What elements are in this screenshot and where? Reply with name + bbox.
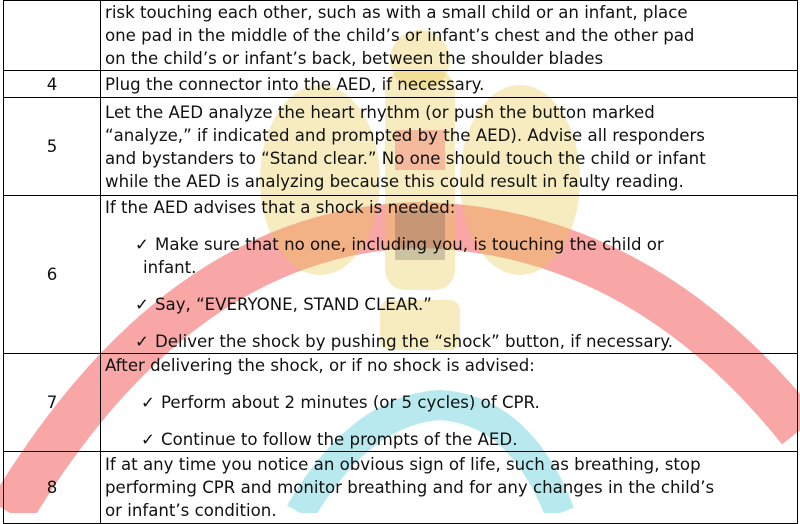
checkmark-icon: ✓ [135, 295, 149, 314]
step-text-line: Let the AED analyze the heart rhythm (or… [105, 102, 655, 122]
checklist-item: ✓ Make sure that no one, including you, i… [105, 233, 793, 256]
checklist-item: ✓ Perform about 2 minutes (or 5 cycles) o… [105, 391, 793, 414]
step-text-line: performing CPR and monitor breathing and… [105, 478, 715, 497]
step-number: 4 [3, 70, 101, 98]
checklist-item: ✓ Deliver the shock by pushing the “shock… [105, 330, 793, 353]
step-text-line: while the AED is analyzing because this … [105, 171, 684, 191]
step-text-line: Plug the connector into the AED, if nece… [105, 74, 485, 94]
step-text-line: If at any time you notice an obvious sig… [105, 455, 701, 474]
checklist-text: Deliver the shock by pushing the “shock”… [155, 332, 674, 351]
step-text-cell: If the AED advises that a shock is neede… [100, 195, 798, 354]
step-text-line: and bystanders to “Stand clear.” No one … [105, 148, 706, 168]
checklist-item: ✓ Say, “EVERYONE, STAND CLEAR.” [105, 293, 793, 316]
table-row: 7 After delivering the shock, or if no s… [3, 353, 798, 452]
checklist-text-continued: infant. [143, 258, 197, 277]
step-text-line: “analyze,” if indicated and prompted by … [105, 125, 705, 145]
step-text-line: risk touching each other, such as with a… [105, 3, 688, 22]
step-intro: After delivering the shock, or if no sho… [105, 356, 535, 375]
checklist-text: Say, “EVERYONE, STAND CLEAR.” [155, 295, 432, 314]
checklist-text: Perform about 2 minutes (or 5 cycles) of… [161, 393, 540, 412]
table-row: 6 If the AED advises that a shock is nee… [3, 195, 798, 354]
step-text-line: one pad in the middle of the child’s or … [105, 26, 695, 45]
step-intro: If the AED advises that a shock is neede… [105, 198, 456, 217]
table-row: 5 Let the AED analyze the heart rhythm (… [3, 97, 798, 196]
step-text-cell: After delivering the shock, or if no sho… [100, 353, 798, 452]
step-text-cell: Plug the connector into the AED, if nece… [100, 70, 798, 98]
step-number-cell [3, 0, 101, 71]
checkmark-icon: ✓ [141, 430, 155, 449]
step-text-cell: risk touching each other, such as with a… [100, 0, 798, 71]
checkmark-icon: ✓ [141, 393, 155, 412]
checklist-text: Make sure that no one, including you, is… [155, 235, 664, 254]
checklist-item: ✓ Continue to follow the prompts of the A… [105, 428, 793, 451]
checkmark-icon: ✓ [135, 235, 149, 254]
step-number: 5 [3, 97, 101, 196]
step-text-line: on the child’s or infant’s back, between… [105, 49, 604, 68]
table-row: 4 Plug the connector into the AED, if ne… [3, 70, 798, 98]
step-text-cell: Let the AED analyze the heart rhythm (or… [100, 97, 798, 196]
checkmark-icon: ✓ [135, 332, 149, 351]
step-text-line: or infant’s condition. [105, 501, 277, 520]
checklist-text: Continue to follow the prompts of the AE… [161, 430, 518, 449]
step-number: 7 [3, 353, 101, 452]
aed-steps-table: risk touching each other, such as with a… [3, 0, 798, 524]
step-number: 6 [3, 195, 101, 354]
table-row: risk touching each other, such as with a… [3, 0, 798, 71]
